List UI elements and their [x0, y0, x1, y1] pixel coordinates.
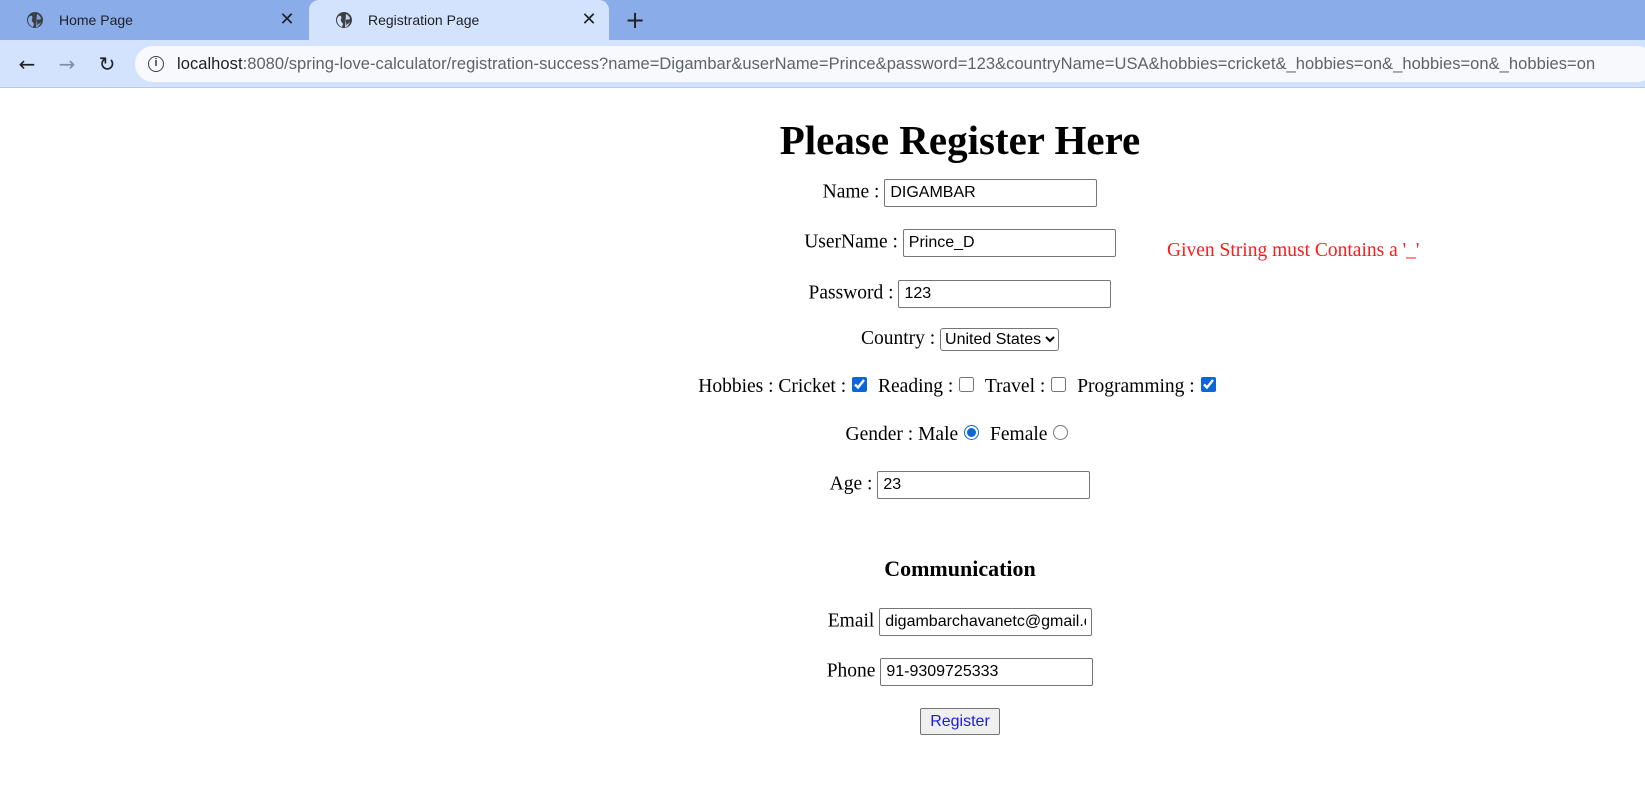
country-label: Country :	[860, 328, 936, 349]
email-label: Email	[827, 610, 875, 632]
age-label: Age :	[829, 473, 873, 495]
communication-heading: Communication	[884, 556, 1036, 581]
back-arrow-icon[interactable]: ←	[14, 52, 40, 78]
gender-male-label: Male	[918, 424, 959, 445]
email-input[interactable]	[879, 608, 1093, 636]
phone-row: Phone	[0, 658, 1645, 686]
gender-label: Gender :	[845, 424, 914, 445]
hobby-travel-label: Travel :	[984, 376, 1046, 397]
hobbies-label: Hobbies :	[698, 376, 774, 397]
url-path: :8080/spring-love-calculator/registratio…	[242, 54, 1596, 73]
password-label: Password :	[808, 282, 894, 304]
country-row: Country : United States	[0, 328, 1645, 352]
name-input[interactable]	[884, 179, 1098, 207]
hobby-programming-label: Programming :	[1077, 376, 1195, 397]
gender-row: Gender : Male Female	[0, 424, 1645, 446]
password-row: Password :	[0, 280, 1645, 308]
password-input[interactable]	[898, 280, 1112, 308]
close-tab-icon[interactable]: ✕	[581, 11, 597, 29]
phone-input[interactable]	[880, 658, 1094, 686]
age-input[interactable]	[877, 471, 1091, 499]
phone-label: Phone	[826, 660, 876, 682]
browser-toolbar: ← → ↻ i localhost:8080/spring-love-calcu…	[0, 40, 1645, 88]
gender-female-radio[interactable]	[1053, 425, 1069, 440]
username-input[interactable]	[902, 229, 1116, 257]
hobby-reading-label: Reading :	[878, 376, 954, 397]
page-content: Please Register Here Name : UserName : G…	[0, 88, 1645, 795]
username-error-message: Given String must Contains a '_'	[1167, 240, 1420, 261]
hobby-cricket-label: Cricket :	[778, 376, 847, 397]
forward-arrow-icon[interactable]: →	[54, 52, 80, 78]
tab-label: Home Page	[59, 12, 133, 28]
age-row: Age :	[0, 471, 1645, 499]
reload-icon[interactable]: ↻	[94, 52, 120, 78]
country-select[interactable]: United States	[940, 328, 1060, 352]
url-host: localhost	[177, 54, 243, 73]
tab-label: Registration Page	[368, 12, 480, 28]
hobby-travel-checkbox[interactable]	[1051, 377, 1067, 392]
register-row: Register	[0, 708, 1645, 735]
name-label: Name :	[822, 181, 880, 203]
tab-registration-page[interactable]: Registration Page ✕	[309, 0, 609, 40]
new-tab-icon[interactable]: +	[622, 8, 648, 34]
hobbies-row: Hobbies : Cricket : Reading : Travel : P…	[0, 376, 1645, 398]
close-tab-icon[interactable]: ✕	[279, 11, 295, 29]
gender-female-label: Female	[990, 424, 1048, 445]
username-label: UserName :	[804, 231, 898, 253]
url-text[interactable]: localhost:8080/spring-love-calculator/re…	[177, 55, 1595, 74]
page-title: Please Register Here	[779, 117, 1141, 163]
register-button[interactable]: Register	[920, 708, 1000, 735]
hobby-programming-checkbox[interactable]	[1200, 377, 1216, 392]
globe-icon	[27, 12, 43, 28]
tab-home-page[interactable]: Home Page ✕	[0, 0, 307, 40]
email-row: Email	[0, 608, 1645, 636]
globe-icon	[336, 12, 352, 28]
hobby-reading-checkbox[interactable]	[959, 377, 975, 392]
info-icon[interactable]: i	[148, 56, 164, 72]
gender-male-radio[interactable]	[964, 425, 980, 440]
name-row: Name :	[0, 179, 1645, 207]
tab-strip: Home Page ✕ Registration Page ✕ +	[0, 0, 1645, 40]
address-bar[interactable]: i localhost:8080/spring-love-calculator/…	[135, 46, 1645, 82]
hobby-cricket-checkbox[interactable]	[852, 377, 868, 392]
